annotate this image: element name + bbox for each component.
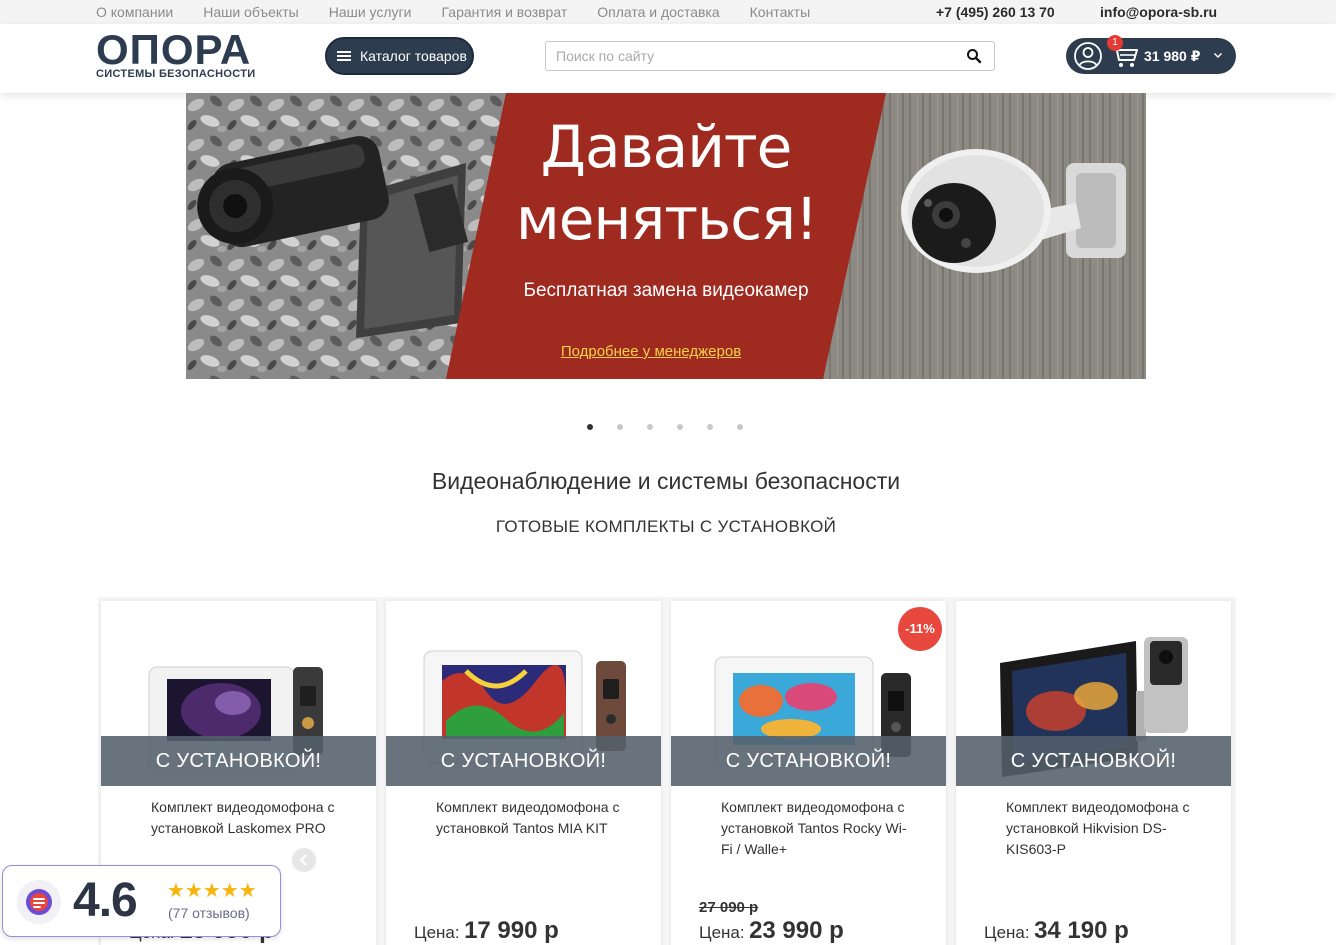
- email-link[interactable]: info@opora-sb.ru: [1100, 4, 1217, 20]
- old-price: 27 090 р: [699, 899, 759, 916]
- product-price: Цена: 17 990 р: [414, 917, 559, 945]
- product-price: Цена: 23 990 р: [699, 917, 844, 945]
- price-value: 23 990 р: [749, 917, 844, 944]
- price-value: 17 990 р: [464, 917, 559, 944]
- install-band: С УСТАНОВКОЙ!: [956, 736, 1231, 786]
- banner-subtitle: Бесплатная замена видеокамер: [523, 280, 809, 301]
- cart-count-badge: 1: [1107, 35, 1123, 51]
- rating-score: 4.6: [73, 874, 138, 927]
- slider-dot-1[interactable]: [587, 424, 593, 430]
- price-label: Цена:: [984, 923, 1030, 942]
- install-band: С УСТАНОВКОЙ!: [101, 736, 376, 786]
- search-box: [545, 41, 995, 71]
- search-icon[interactable]: [966, 48, 982, 64]
- menu-icon: [337, 51, 351, 61]
- cart-total[interactable]: 31 980 ₽: [1144, 48, 1200, 65]
- discount-badge: -11%: [898, 607, 942, 651]
- chevron-down-icon[interactable]: [1213, 50, 1223, 60]
- reviews-chat-icon: [17, 880, 61, 924]
- catalog-button-label: Каталог товаров: [360, 48, 467, 64]
- section-title: Видеонаблюдение и системы безопасности: [431, 468, 901, 494]
- logo-wordmark: ОПОРА: [96, 26, 252, 73]
- slider-dot-4[interactable]: [677, 424, 683, 430]
- slider-dots: [587, 424, 767, 430]
- price-value: 34 190 р: [1034, 917, 1129, 944]
- reviews-count[interactable]: (77 отзывов): [168, 905, 250, 921]
- price-label: Цена:: [414, 923, 460, 942]
- logo[interactable]: ОПОРА СИСТЕМЫ БЕЗОПАСНОСТИ: [96, 29, 261, 83]
- banner-title: Давайте меняться!: [516, 113, 818, 253]
- account-cart-widget[interactable]: 1 31 980 ₽: [1066, 35, 1236, 74]
- slider-dot-3[interactable]: [647, 424, 653, 430]
- product-title[interactable]: Комплект видеодомофона с установкой Tant…: [721, 797, 911, 860]
- top-nav-link-contacts[interactable]: Контакты: [750, 4, 810, 20]
- rating-widget[interactable]: 4.6 ★★★★★ (77 отзывов): [2, 865, 281, 937]
- top-nav: О компании Наши объекты Наши услуги Гара…: [96, 4, 840, 20]
- hero-banner[interactable]: Давайте меняться! Бесплатная замена виде…: [186, 93, 1146, 379]
- product-title[interactable]: Комплект видеодомофона с установкой Lask…: [151, 797, 341, 839]
- product-title[interactable]: Комплект видеодомофона с установкой Hikv…: [1006, 797, 1196, 860]
- product-card[interactable]: С УСТАНОВКОЙ! Комплект видеодомофона с у…: [956, 601, 1231, 945]
- logo-tagline: СИСТЕМЫ БЕЗОПАСНОСТИ: [96, 68, 256, 80]
- top-bar: О компании Наши объекты Наши услуги Гара…: [0, 0, 1336, 24]
- product-price: Цена: 34 190 р: [984, 917, 1129, 945]
- product-card[interactable]: С УСТАНОВКОЙ! Комплект видеодомофона с у…: [386, 601, 661, 945]
- top-nav-link-objects[interactable]: Наши объекты: [203, 4, 298, 20]
- top-nav-link-services[interactable]: Наши услуги: [329, 4, 412, 20]
- banner-details-link[interactable]: Подробнее у менеджеров: [486, 343, 816, 360]
- site-header: ОПОРА СИСТЕМЫ БЕЗОПАСНОСТИ Каталог товар…: [0, 24, 1336, 93]
- install-band: С УСТАНОВКОЙ!: [386, 736, 661, 786]
- product-card[interactable]: С УСТАНОВКОЙ! -11% Комплект видеодомофон…: [671, 601, 946, 945]
- slider-dot-2[interactable]: [617, 424, 623, 430]
- price-label: Цена:: [699, 923, 745, 942]
- slider-dot-5[interactable]: [707, 424, 713, 430]
- install-band: С УСТАНОВКОЙ!: [671, 736, 946, 786]
- product-title[interactable]: Комплект видеодомофона с установкой Tant…: [436, 797, 626, 839]
- user-icon[interactable]: [1073, 41, 1103, 71]
- section-subtitle: ГОТОВЫЕ КОМПЛЕКТЫ С УСТАНОВКОЙ: [495, 517, 837, 536]
- rating-stars-icon: ★★★★★: [167, 880, 257, 902]
- search-input[interactable]: [546, 42, 946, 70]
- slider-dot-6[interactable]: [737, 424, 743, 430]
- top-nav-link-warranty[interactable]: Гарантия и возврат: [441, 4, 567, 20]
- carousel-prev-arrow-icon[interactable]: [292, 848, 316, 872]
- phone-link[interactable]: +7 (495) 260 13 70: [936, 4, 1055, 20]
- top-nav-link-about[interactable]: О компании: [96, 4, 173, 20]
- top-nav-link-payment[interactable]: Оплата и доставка: [597, 4, 719, 20]
- catalog-button[interactable]: Каталог товаров: [325, 37, 474, 75]
